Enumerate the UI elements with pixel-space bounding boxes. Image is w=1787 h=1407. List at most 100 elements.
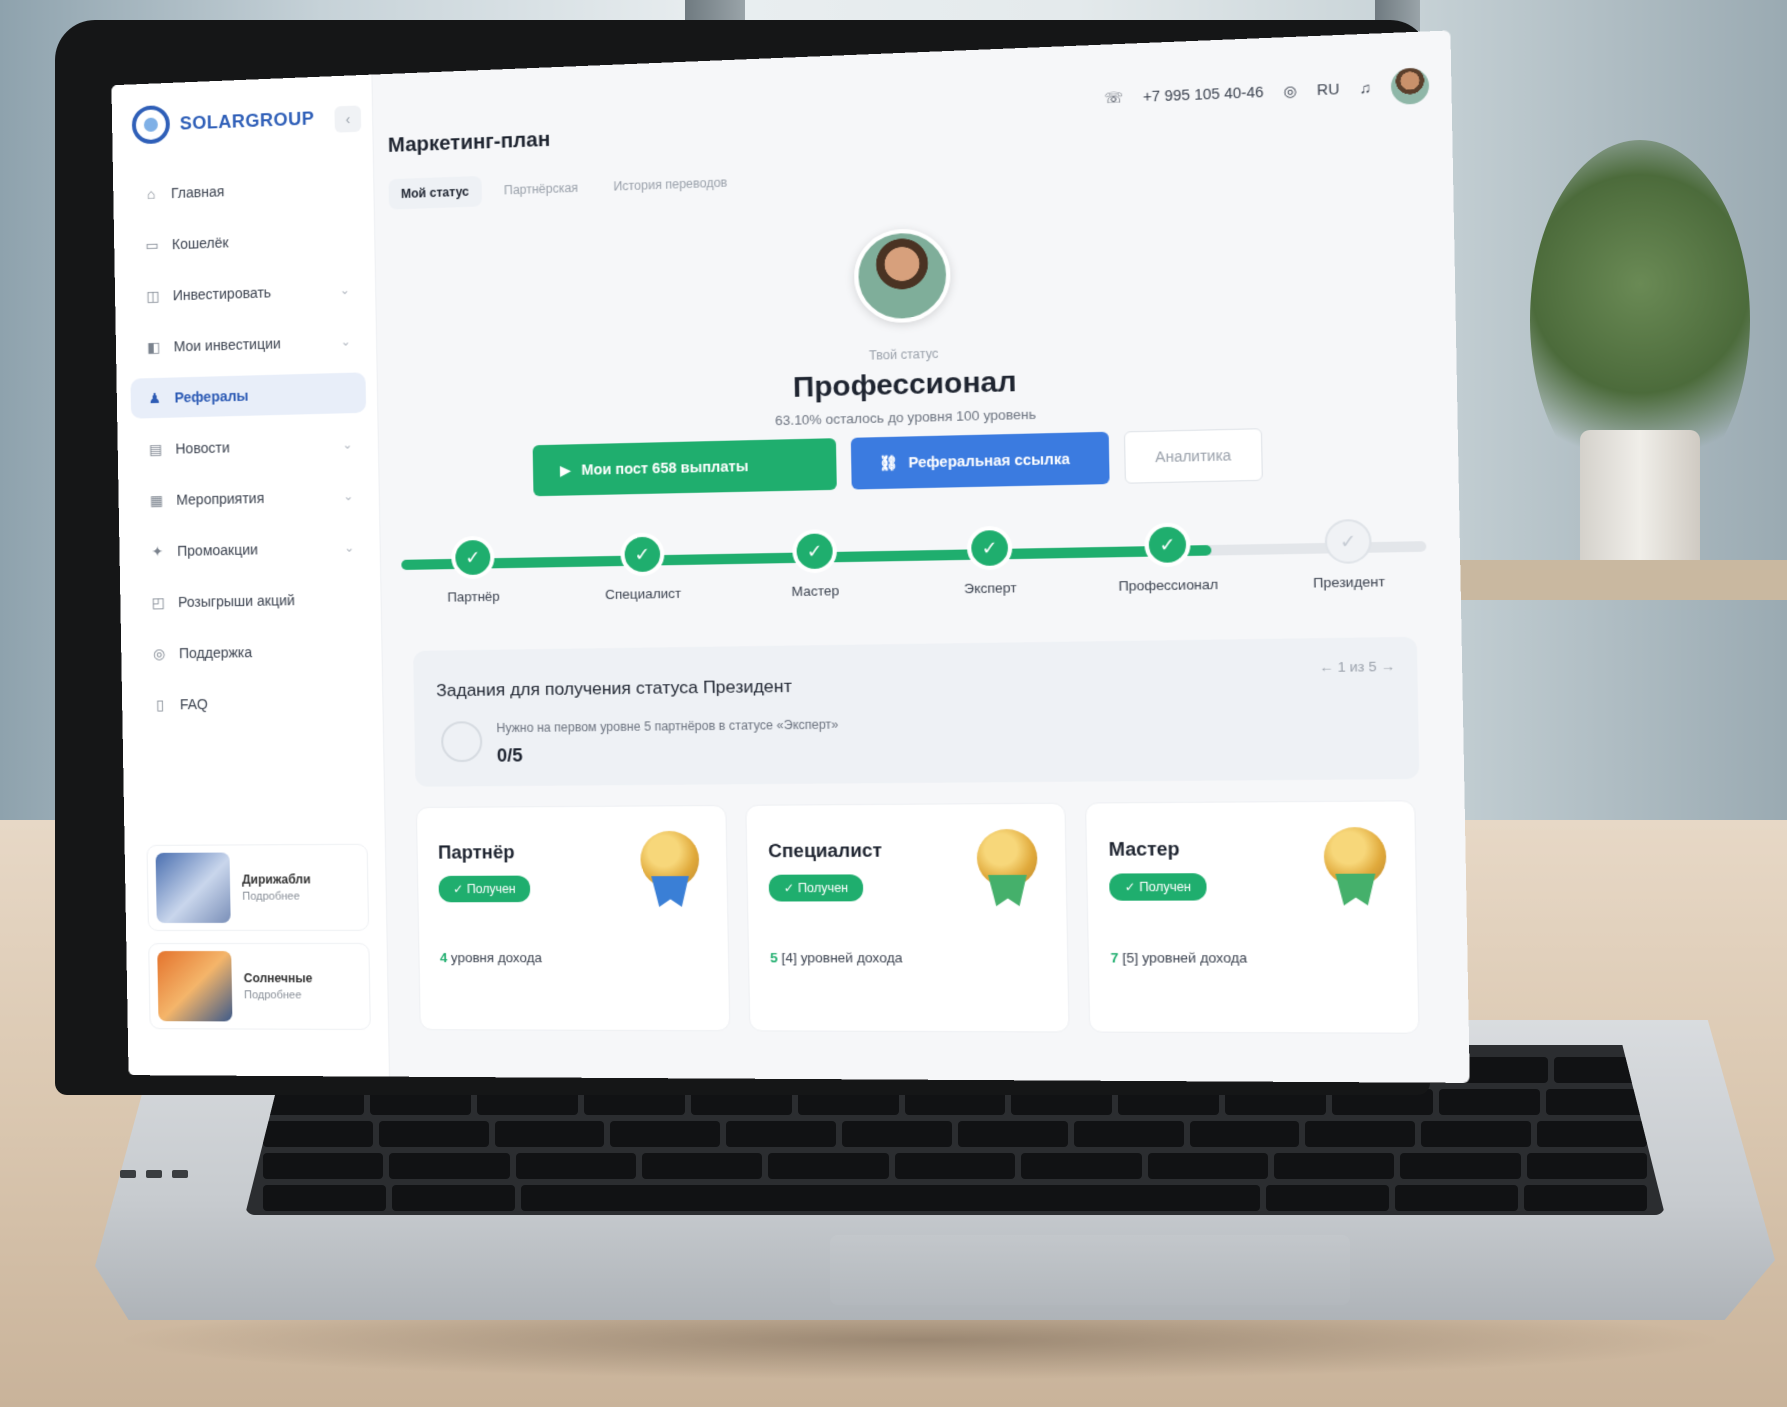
check-icon: ✓	[620, 532, 665, 577]
sidebar-item[interactable]: ▯ FAQ	[136, 682, 372, 725]
pending-step-icon: ✓	[1324, 518, 1372, 565]
support-icon: ◎	[152, 644, 166, 662]
status-progress: ✓ Партнёр ✓ Специалист ✓ Мастер ✓ Эксперт ✓ Профе…	[401, 518, 1427, 619]
requirement-number: 7	[1110, 949, 1119, 966]
status-card[interactable]: Партнёр ✓ Получен 4 уровня дохода	[415, 804, 731, 1032]
promo-subtitle: Подробнее	[243, 989, 302, 1002]
status-received-badge: ✓ Получен	[438, 875, 531, 903]
check-icon: ✓	[966, 525, 1013, 571]
sidebar-item-label: Мероприятия	[176, 489, 265, 508]
tab-partner[interactable]: Партнёрская	[491, 172, 591, 206]
task-count: 0/5	[496, 745, 523, 766]
link-icon: ⛓	[878, 453, 898, 471]
ribbon-icon	[988, 875, 1027, 906]
sidebar: SOLARGROUP ‹ ⌂ Главная ▭ Кошелёк ◫ Инвестиров…	[111, 74, 390, 1077]
sidebar-item-label: Инвестировать	[172, 284, 272, 304]
invest-icon: ◫	[146, 287, 160, 304]
status-card[interactable]: Мастер ✓ Получен 7 [5] уровней дохода	[1084, 800, 1420, 1034]
chevron-down-icon: ⌄	[339, 282, 350, 298]
bell-icon[interactable]: ♫	[1359, 79, 1371, 96]
progress-step: ✓ Президент	[1281, 518, 1416, 591]
requirement-text: [4] уровней дохода	[781, 949, 903, 966]
sidebar-item[interactable]: ✦ Промоакции ⌄	[133, 527, 369, 572]
tasks-pager[interactable]: ← 1 из 5 →	[1319, 658, 1395, 675]
sidebar-item-label: Кошелёк	[171, 234, 229, 253]
phone-icon: ☏	[1103, 88, 1124, 106]
promo-icon: ✦	[151, 542, 164, 559]
requirement-text: уровня дохода	[450, 950, 542, 966]
progress-step-label: Профессионал	[1118, 576, 1219, 594]
logo[interactable]: SOLARGROUP	[131, 99, 315, 145]
referrals-icon: ♟	[148, 389, 162, 406]
progress-step-label: Президент	[1312, 573, 1386, 591]
progress-step-label: Специалист	[605, 585, 682, 603]
status-received-badge: ✓ Получен	[1109, 873, 1207, 901]
chevron-down-icon: ⌄	[343, 488, 354, 504]
ribbon-icon	[651, 876, 689, 907]
tab-my-status[interactable]: Мой статус	[388, 175, 482, 210]
phone-number[interactable]: +7 995 105 40-46	[1143, 83, 1264, 104]
sidebar-item[interactable]: ⌂ Главная	[127, 166, 363, 215]
globe-icon[interactable]: ◎	[1283, 82, 1297, 100]
sidebar-item[interactable]: ◧ Мои инвестиции ⌄	[130, 321, 366, 368]
progress-step: ✓ Профессионал	[1102, 521, 1234, 594]
task-check-icon	[440, 721, 483, 763]
status-card-requirement: 4 уровня дохода	[440, 950, 542, 965]
play-icon: ▶	[559, 461, 572, 478]
sidebar-item[interactable]: ▭ Кошелёк	[128, 218, 364, 266]
page-title: Маркетинг-план	[387, 128, 551, 157]
news-icon: ▤	[148, 440, 163, 457]
portfolio-icon: ◧	[147, 338, 161, 355]
requirement-text: [5] уровней дохода	[1122, 949, 1248, 966]
sidebar-item[interactable]: ♟ Рефералы	[130, 372, 367, 419]
user-avatar[interactable]	[1390, 67, 1430, 105]
payouts-button[interactable]: ▶ Мои пост 658 выплаты	[532, 438, 837, 497]
chevron-down-icon: ⌄	[343, 540, 355, 555]
sidebar-item[interactable]: ◰ Розыгрыши акций	[134, 579, 370, 623]
progress-step: ✓ Специалист	[580, 532, 706, 603]
analytics-button-label: Аналитика	[1155, 446, 1232, 466]
sidebar-item-label: Рефералы	[174, 387, 249, 406]
wallet-icon: ▭	[145, 236, 159, 253]
gift-icon: ◰	[151, 593, 165, 610]
sidebar-item[interactable]: ▦ Мероприятия ⌄	[132, 475, 368, 520]
tasks-panel: Задания для получения статуса Президент …	[413, 636, 1420, 787]
status-received-badge: ✓ Получен	[768, 874, 864, 902]
task-description: Нужно на первом уровне 5 партнёров в ста…	[496, 717, 839, 736]
payouts-button-label: Мои пост 658 выплаты	[581, 457, 749, 478]
action-buttons: ▶ Мои пост 658 выплаты ⛓ Реферальная ссы…	[532, 428, 1263, 497]
progress-step-label: Эксперт	[963, 579, 1017, 597]
app-screen: SOLARGROUP ‹ ⌂ Главная ▭ Кошелёк ◫ Инвестиров…	[111, 30, 1470, 1083]
sidebar-collapse-button[interactable]: ‹	[334, 105, 362, 133]
status-card-requirement: 7 [5] уровней дохода	[1110, 950, 1247, 966]
promo-card[interactable]: Дирижабли Подробнее	[146, 843, 370, 932]
profile-avatar	[853, 227, 952, 324]
sidebar-item[interactable]: ◎ Поддержка	[135, 630, 371, 674]
requirement-number: 4	[439, 950, 448, 966]
promo-card[interactable]: Солнечные Подробнее	[148, 942, 371, 1030]
progress-step: ✓ Эксперт	[925, 525, 1055, 597]
tab-transfer-history[interactable]: История переводов	[601, 167, 741, 203]
calendar-icon: ▦	[149, 491, 164, 508]
status-card[interactable]: Специалист ✓ Получен 5 [4] уровней дохода	[745, 802, 1070, 1033]
promo-subtitle: Подробнее	[242, 890, 300, 903]
check-icon: ✓	[792, 529, 838, 574]
sidebar-item[interactable]: ▤ Новости ⌄	[131, 424, 367, 470]
language-switcher[interactable]: RU	[1317, 80, 1340, 98]
book-icon: ▯	[155, 695, 164, 713]
analytics-button[interactable]: Аналитика	[1123, 428, 1263, 484]
promo-title: Дирижабли	[241, 872, 311, 887]
referral-link-button[interactable]: ⛓ Реферальная ссылка	[850, 431, 1110, 490]
sidebar-item-label: Главная	[170, 183, 225, 202]
sidebar-item-label: Поддержка	[178, 644, 253, 662]
progress-step-label: Партнёр	[447, 588, 500, 605]
promo-title: Солнечные	[243, 971, 313, 986]
main-content: ☏ +7 995 105 40-46 ◎ RU ♫ Маркетинг-план…	[372, 30, 1469, 1082]
sidebar-item[interactable]: ◫ Инвестировать ⌄	[129, 269, 365, 316]
topbar: ☏ +7 995 105 40-46 ◎ RU ♫	[1104, 67, 1430, 115]
requirement-number: 5	[769, 949, 778, 966]
chevron-down-icon: ⌄	[340, 334, 351, 349]
sidebar-nav: ⌂ Главная ▭ Кошелёк ◫ Инвестировать ⌄ ◧ Мои инве…	[127, 166, 372, 736]
sidebar-item-label: Промоакции	[177, 541, 259, 559]
check-icon: ✓	[1144, 522, 1191, 568]
